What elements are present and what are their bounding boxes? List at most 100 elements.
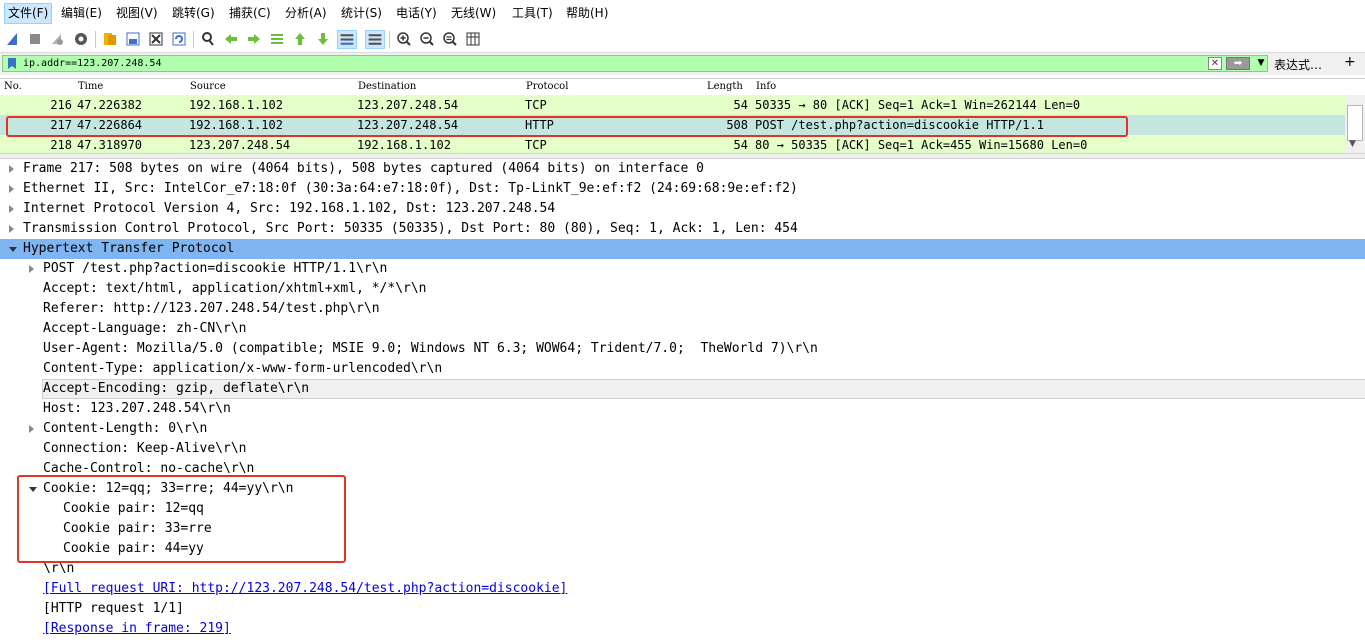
go-forward-icon[interactable]	[246, 31, 262, 47]
detail-text: Transmission Control Protocol, Src Port:…	[23, 221, 798, 236]
detail-text: Accept-Language: zh-CN\r\n	[43, 321, 247, 336]
column-header-source[interactable]: Source	[190, 81, 226, 92]
column-header-protocol[interactable]: Protocol	[526, 81, 568, 92]
collapsed-arrow-icon[interactable]	[29, 265, 34, 273]
collapsed-arrow-icon[interactable]	[9, 205, 14, 213]
toolbar-separator	[389, 31, 390, 48]
scrollbar-thumb[interactable]	[1347, 105, 1363, 141]
options-gear-icon[interactable]	[73, 31, 89, 47]
detail-text-wrapper: Host: 123.207.248.54\r\n	[43, 399, 231, 419]
menu-item[interactable]: 编辑(E)	[58, 4, 105, 23]
go-to-packet-icon[interactable]	[269, 31, 285, 47]
reload-icon[interactable]	[171, 31, 187, 47]
packet-row[interactable]: 218 47.318970 123.207.248.54 192.168.1.102 T…	[0, 135, 1345, 155]
last-packet-icon[interactable]	[315, 31, 331, 47]
column-header-info[interactable]: Info	[756, 81, 776, 92]
detail-row[interactable]: Content-Length: 0\r\n	[0, 419, 1365, 439]
detail-link[interactable]: [Response in frame: 219]	[43, 621, 231, 636]
column-header-no[interactable]: No.	[4, 81, 22, 92]
packet-cell-destination: 192.168.1.102	[357, 138, 451, 152]
bookmark-icon[interactable]	[6, 57, 18, 70]
detail-text-wrapper: Connection: Keep-Alive\r\n	[43, 439, 247, 459]
zoom-out-icon[interactable]	[419, 31, 435, 47]
detail-row[interactable]: POST /test.php?action=discookie HTTP/1.1…	[0, 259, 1365, 279]
detail-row[interactable]: User-Agent: Mozilla/5.0 (compatible; MSI…	[0, 339, 1365, 359]
detail-row[interactable]: Accept-Language: zh-CN\r\n	[0, 319, 1365, 339]
stop-icon[interactable]	[27, 31, 43, 47]
save-file-icon[interactable]	[125, 31, 141, 47]
detail-row[interactable]: Host: 123.207.248.54\r\n	[0, 399, 1365, 419]
detail-row[interactable]: [Full request URI: http://123.207.248.54…	[0, 579, 1365, 599]
menu-item[interactable]: 工具(T)	[509, 4, 556, 23]
add-filter-button[interactable]: +	[1344, 54, 1356, 70]
menu-item[interactable]: 无线(W)	[448, 4, 499, 23]
menu-item[interactable]: 文件(F)	[4, 3, 53, 24]
menu-item[interactable]: 电话(Y)	[393, 4, 440, 23]
zoom-in-icon[interactable]	[396, 31, 412, 47]
detail-text-wrapper: Transmission Control Protocol, Src Port:…	[23, 219, 798, 239]
packet-cell-source: 123.207.248.54	[189, 138, 291, 152]
detail-row[interactable]: Internet Protocol Version 4, Src: 192.16…	[0, 199, 1365, 219]
packet-cell-info: 80 → 50335 [ACK] Seq=1 Ack=455 Win=15680…	[755, 138, 1088, 152]
apply-filter-icon[interactable]: ➡	[1226, 57, 1250, 70]
detail-row[interactable]: Hypertext Transfer Protocol	[0, 239, 1365, 259]
menu-item[interactable]: 分析(A)	[282, 4, 330, 23]
shark-fin-start-icon[interactable]	[5, 31, 21, 47]
chevron-down-icon[interactable]: ▼	[1255, 58, 1267, 70]
detail-row[interactable]: Frame 217: 508 bytes on wire (4064 bits)…	[0, 159, 1365, 179]
close-file-icon[interactable]	[148, 31, 164, 47]
expanded-arrow-icon[interactable]	[9, 247, 17, 252]
scroll-down-icon[interactable]: ▼	[1349, 139, 1356, 149]
find-icon[interactable]	[200, 31, 216, 47]
menu-item[interactable]: 跳转(G)	[169, 4, 218, 23]
detail-text-wrapper: User-Agent: Mozilla/5.0 (compatible; MSI…	[43, 339, 818, 359]
colorize-icon[interactable]	[365, 30, 385, 49]
menu-item[interactable]: 捕获(C)	[226, 4, 274, 23]
first-packet-icon[interactable]	[292, 31, 308, 47]
restart-icon[interactable]	[49, 31, 65, 47]
detail-row[interactable]: Content-Type: application/x-www-form-url…	[0, 359, 1365, 379]
detail-text-wrapper: Content-Type: application/x-www-form-url…	[43, 359, 442, 379]
detail-row[interactable]: Referer: http://123.207.248.54/test.php\…	[0, 299, 1365, 319]
packet-cell-protocol: TCP	[525, 138, 547, 152]
zoom-normal-icon[interactable]	[442, 31, 458, 47]
collapsed-arrow-icon[interactable]	[9, 165, 14, 173]
detail-text-wrapper: Referer: http://123.207.248.54/test.php\…	[43, 299, 380, 319]
menu-item[interactable]: 统计(S)	[338, 4, 385, 23]
packet-cell-source: 192.168.1.102	[189, 98, 283, 112]
detail-text: Accept: text/html, application/xhtml+xml…	[43, 281, 427, 296]
go-back-icon[interactable]	[223, 31, 239, 47]
clear-filter-icon[interactable]: ✕	[1208, 57, 1222, 70]
autoscroll-icon[interactable]	[337, 30, 357, 49]
collapsed-arrow-icon[interactable]	[9, 225, 14, 233]
annotation-box-selected-packet	[6, 116, 1128, 137]
detail-row[interactable]: Ethernet II, Src: IntelCor_e7:18:0f (30:…	[0, 179, 1365, 199]
menu-item[interactable]: 帮助(H)	[563, 4, 611, 23]
packet-row[interactable]: 216 47.226382 192.168.1.102 123.207.248.54 T…	[0, 95, 1345, 115]
detail-text: Content-Type: application/x-www-form-url…	[43, 361, 443, 376]
packet-list-scrollbar[interactable]: ▼	[1345, 95, 1365, 154]
packet-list-header: No. Time Source Destination Protocol Len…	[0, 79, 1365, 96]
collapsed-arrow-icon[interactable]	[9, 185, 14, 193]
detail-row[interactable]: [Response in frame: 219]	[0, 619, 1365, 639]
resize-columns-icon[interactable]	[465, 31, 481, 47]
detail-text-wrapper: [Full request URI: http://123.207.248.54…	[43, 579, 567, 599]
column-header-destination[interactable]: Destination	[358, 81, 416, 92]
detail-row[interactable]: Accept-Encoding: gzip, deflate\r\n	[0, 379, 1365, 399]
detail-row[interactable]: Transmission Control Protocol, Src Port:…	[0, 219, 1365, 239]
detail-row[interactable]: Accept: text/html, application/xhtml+xml…	[0, 279, 1365, 299]
collapsed-arrow-icon[interactable]	[29, 425, 34, 433]
packet-cell-destination: 123.207.248.54	[357, 98, 459, 112]
detail-text: Connection: Keep-Alive\r\n	[43, 441, 247, 456]
menu-item[interactable]: 视图(V)	[113, 4, 161, 23]
column-header-length[interactable]: Length	[707, 81, 743, 92]
detail-link[interactable]: [Full request URI: http://123.207.248.54…	[43, 581, 567, 596]
expression-button[interactable]: 表达式…	[1274, 56, 1322, 73]
column-header-time[interactable]: Time	[78, 81, 103, 92]
detail-row[interactable]: [HTTP request 1/1]	[0, 599, 1365, 619]
open-file-icon[interactable]	[102, 31, 118, 47]
display-filter-input[interactable]: ip.addr==123.207.248.54 ✕ ➡ ▼	[2, 55, 1268, 72]
detail-text: [HTTP request 1/1]	[43, 601, 184, 616]
detail-row[interactable]: Connection: Keep-Alive\r\n	[0, 439, 1365, 459]
detail-text-wrapper: Ethernet II, Src: IntelCor_e7:18:0f (30:…	[23, 179, 798, 199]
